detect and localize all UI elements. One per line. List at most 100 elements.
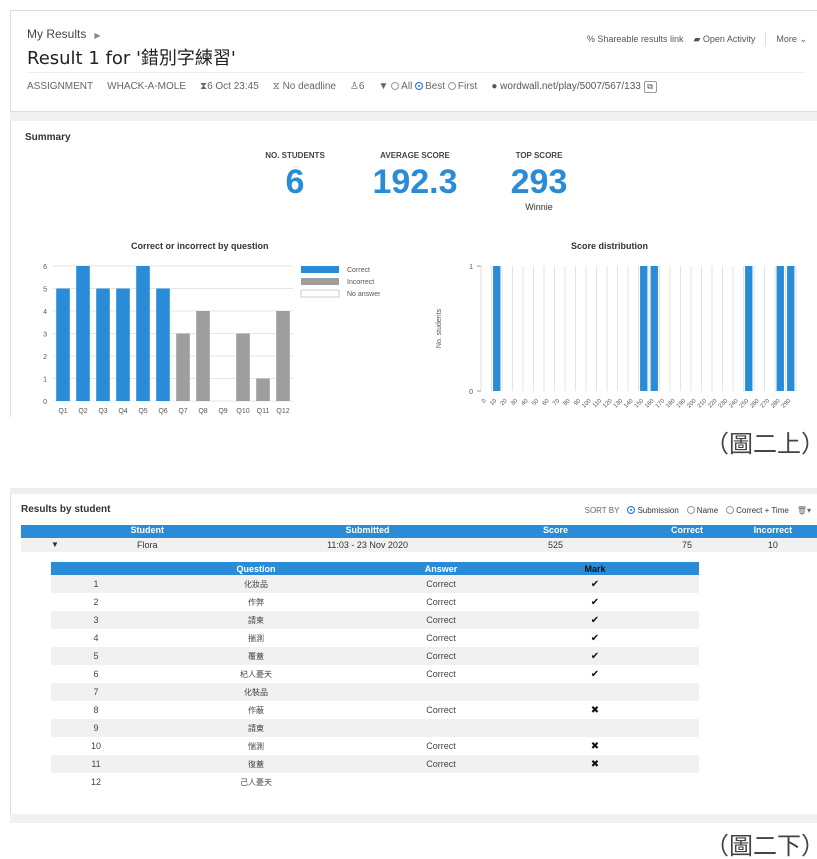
- question-number: 12: [90, 777, 101, 787]
- column-header-incorrect[interactable]: Incorrect: [725, 525, 817, 538]
- question-answer: Correct: [426, 741, 456, 751]
- activity-url[interactable]: ● wordwall.net/play/5007/567/133 ⧉: [491, 80, 657, 93]
- question-row: 10 惴測 Correct ✖: [51, 737, 699, 755]
- legend-label: Correct: [347, 267, 370, 274]
- trash-icon[interactable]: 🗑▾: [797, 506, 811, 515]
- y-tick-label: 1: [469, 264, 473, 271]
- mark-icon: ✔: [590, 596, 600, 608]
- question-row: 9 請東: [51, 719, 699, 737]
- question-text: 復蓋: [248, 759, 264, 769]
- open-activity-label: Open Activity: [702, 33, 756, 44]
- question-number: 1: [93, 579, 99, 589]
- sort-option-label: Name: [696, 506, 719, 515]
- top-student-name: Winnie: [525, 202, 553, 212]
- question-number: 8: [93, 705, 99, 715]
- y-tick-label: 0: [43, 399, 47, 406]
- correct-incorrect-chart: 0 1 2 3 4 5 6 Q1 Q2 Q3 Q4 Q5 Q6 Q7 Q8 Q9 Q10 Q11 Q12 Correc…: [43, 264, 381, 415]
- user-icon: ♙: [349, 81, 359, 92]
- results-title: Results by student: [21, 504, 111, 515]
- x-tick-label: 20: [500, 398, 509, 407]
- x-tick-label: 140: [623, 398, 635, 410]
- legend-label: Incorrect: [347, 279, 374, 286]
- template-name: WHACK-A-MOLE: [107, 81, 187, 92]
- x-tick-label: Q4: [118, 408, 127, 415]
- breadcrumb-my-results[interactable]: My Results: [27, 27, 86, 41]
- mark-icon: ✔: [590, 668, 600, 680]
- x-tick-label: 160: [644, 398, 656, 410]
- question-number: 10: [90, 741, 101, 751]
- question-number: 3: [93, 615, 99, 625]
- column-header-student[interactable]: Student: [21, 525, 274, 538]
- question-text: 揣測: [248, 633, 264, 643]
- activity-meta-bar: ASSIGNMENT WHACK-A-MOLE ⧗6 Oct 23:45 ⧖ N…: [27, 72, 805, 100]
- more-menu-button[interactable]: More ⌄: [776, 34, 807, 45]
- results-by-student-card: Results by student SORT BY Submission Na…: [10, 494, 817, 814]
- question-text: 請東: [248, 723, 264, 733]
- start-date-label: 6 Oct 23:45: [207, 81, 259, 92]
- question-table-header: Question Answer Mark: [51, 562, 699, 575]
- question-row: 11 復蓋 Correct ✖: [51, 755, 699, 773]
- open-activity-button[interactable]: ▰ Open Activity: [693, 34, 755, 45]
- header-actions: % Shareable results link ▰ Open Activity…: [587, 32, 807, 46]
- bar-score-bin: [650, 266, 658, 391]
- column-header-submitted[interactable]: Submitted: [274, 525, 462, 538]
- mark-icon: ✖: [590, 758, 600, 770]
- share-link-label: Shareable results link: [597, 34, 684, 44]
- filter-first-radio[interactable]: First: [447, 81, 478, 92]
- page-title: Result 1 for '錯別字練習': [27, 48, 236, 69]
- x-tick-label: 280: [770, 398, 782, 410]
- column-header-correct[interactable]: Correct: [649, 525, 724, 538]
- assignment-type: ASSIGNMENT: [27, 81, 94, 92]
- student-table-header: Student Submitted Score Correct Incorrec…: [21, 525, 817, 538]
- column-header-score[interactable]: Score: [461, 525, 649, 538]
- mark-icon: ✔: [590, 632, 600, 644]
- link-icon: %: [586, 34, 595, 44]
- filter-all-radio[interactable]: All: [391, 81, 412, 92]
- bar-correct: [56, 288, 70, 401]
- radio-icon: [447, 82, 456, 90]
- question-text: 作蔽: [248, 705, 264, 715]
- copy-icon[interactable]: ⧉: [643, 80, 657, 93]
- header-answer: Answer: [424, 563, 458, 574]
- x-tick-label: 240: [728, 398, 740, 410]
- question-answer: Correct: [426, 759, 456, 769]
- sort-option-label: Correct + Time: [736, 506, 789, 515]
- filter-best-radio[interactable]: Best: [415, 81, 445, 92]
- x-tick-label: 110: [592, 398, 603, 409]
- filter-first-label: First: [457, 81, 478, 92]
- bar-correct: [156, 288, 170, 401]
- share-link-button[interactable]: % Shareable results link: [587, 34, 684, 44]
- filter-all-label: All: [401, 81, 413, 92]
- question-row: 6 杞人憂天 Correct ✔: [51, 665, 699, 683]
- sort-submission-radio[interactable]: Submission: [627, 506, 679, 515]
- x-tick-label: Q5: [138, 408, 147, 415]
- header-question: Question: [236, 563, 276, 574]
- chart-title-by-question: Correct or incorrect by question: [131, 241, 269, 251]
- question-number: 5: [93, 651, 99, 661]
- bar-incorrect: [276, 311, 290, 401]
- stat-no-students: NO. STUDENTS 6: [255, 151, 335, 200]
- x-tick-label: 40: [521, 398, 530, 407]
- x-tick-label: Q10: [236, 408, 249, 415]
- caret-down-icon[interactable]: ▼: [51, 540, 59, 549]
- student-row[interactable]: ▼ Flora 11:03 - 23 Nov 2020 525 75 10: [21, 538, 817, 552]
- question-number: 4: [93, 633, 99, 643]
- question-rows: 1 化妝品 Correct ✔ 2 作弊 Correct ✔ 3 請柬 Correct ✔ 4 揣測 Cor…: [51, 575, 699, 791]
- stat-value: 6: [285, 163, 305, 201]
- legend-label: No answer: [347, 291, 381, 298]
- stat-label: TOP SCORE: [515, 151, 563, 160]
- bar-correct: [96, 288, 110, 401]
- correct-cell: 75: [682, 540, 693, 550]
- question-answer: Correct: [426, 669, 456, 679]
- sort-name-radio[interactable]: Name: [686, 506, 719, 515]
- breadcrumb[interactable]: My Results ▶: [27, 27, 101, 41]
- radio-checked-icon: [627, 506, 636, 514]
- sort-correct-time-radio[interactable]: Correct + Time: [726, 506, 789, 515]
- x-tick-label: Q11: [257, 408, 270, 415]
- x-tick-label: 270: [760, 398, 772, 410]
- x-tick-label: 190: [676, 398, 688, 410]
- sort-controls: SORT BY Submission Name Correct + Time 🗑…: [585, 506, 811, 515]
- chevron-down-icon: ⌄: [799, 33, 807, 44]
- stat-top-score: TOP SCORE 293 Winnie: [499, 151, 579, 212]
- bar-score-bin: [745, 266, 753, 391]
